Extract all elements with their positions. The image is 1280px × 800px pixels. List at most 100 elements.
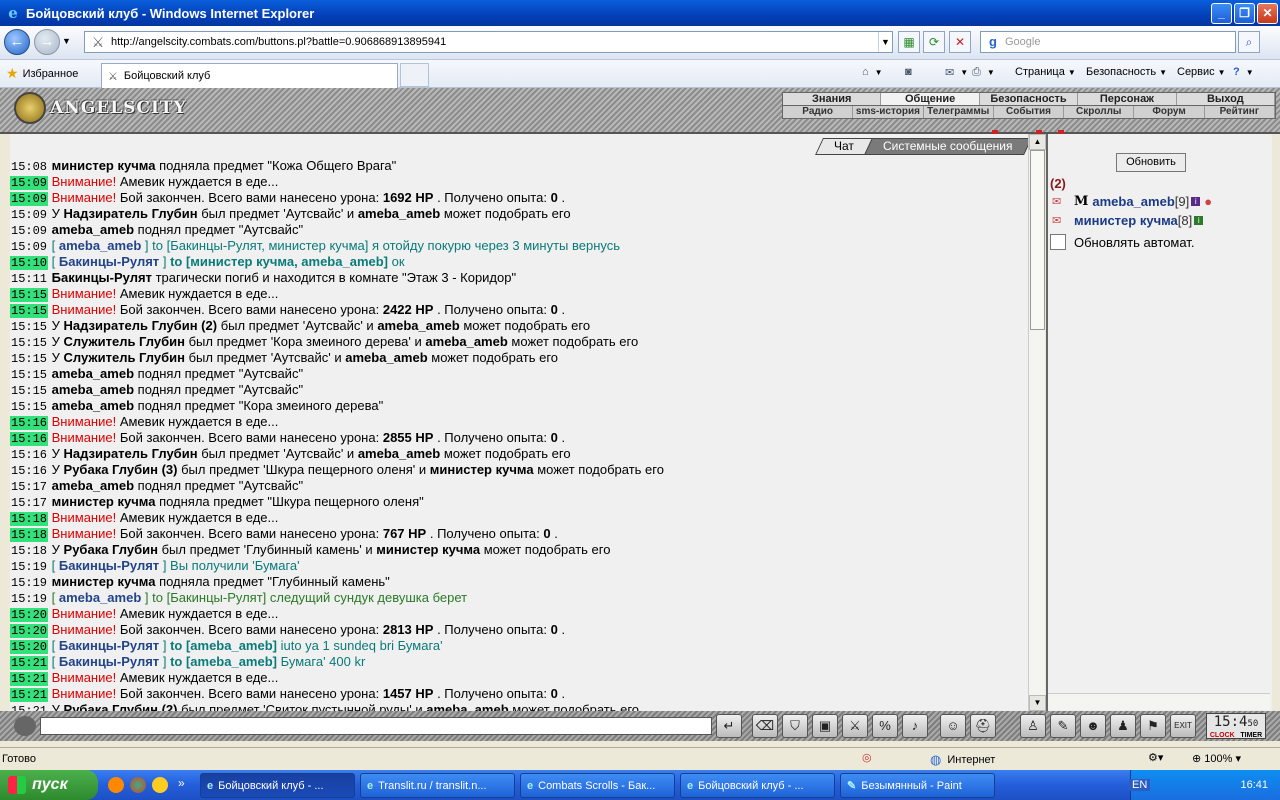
history-dropdown[interactable]: ▼ [62, 36, 71, 46]
taskbar-item[interactable]: e Бойцовский клуб - ... [680, 773, 835, 798]
scroll-down-arrow[interactable]: ▼ [1029, 695, 1046, 711]
exit-icon[interactable]: EXIT [1170, 714, 1196, 738]
menu-communication[interactable]: Общение [881, 93, 980, 105]
message-part: to [министер кучма, ameba_ameb] [170, 254, 388, 269]
close-button[interactable]: ✕ [1257, 2, 1278, 24]
refresh-icon[interactable]: ⟳ [923, 31, 945, 53]
back-button[interactable]: ← [4, 29, 30, 55]
more-quicklaunch[interactable]: » [178, 776, 185, 790]
person-icon[interactable]: ♙ [1020, 714, 1046, 738]
chrome-icon[interactable] [130, 777, 146, 793]
stop-icon[interactable]: ✕ [949, 31, 971, 53]
auto-refresh[interactable]: Обновлять автомат. [1050, 234, 1194, 250]
browser-tab[interactable]: ⚔ Бойцовский клуб [101, 63, 398, 88]
help-menu[interactable]: ? ▼ [1233, 66, 1254, 78]
menu-knowledge[interactable]: Знания [783, 93, 882, 105]
print-icon: ⎙ [972, 66, 981, 78]
nick-link[interactable]: ameba_ameb [59, 238, 141, 253]
firefox-icon[interactable] [108, 777, 124, 793]
translit-icon[interactable]: % [872, 714, 898, 738]
taskbar-item[interactable]: e Бойцовский клуб - ... [200, 773, 355, 798]
submenu-forum[interactable]: Форум [1134, 106, 1205, 118]
nick-link[interactable]: Бакинцы-Рулят [59, 654, 159, 669]
send-icon[interactable]: ↵ [716, 714, 742, 738]
chat-input[interactable] [40, 717, 712, 735]
user-entry[interactable]: ✉ M ameba_ameb [9] i ● [1052, 194, 1212, 209]
user-name[interactable]: министер кучма [1074, 213, 1178, 228]
nick-link[interactable]: Бакинцы-Рулят [59, 558, 159, 573]
search-box[interactable]: g Google [980, 31, 1236, 53]
chat-scrollbar[interactable]: ▲ ▼ [1028, 134, 1046, 711]
taskbar-item[interactable]: e Combats Scrolls - Бак... [520, 773, 675, 798]
submenu-scrolls[interactable]: Скроллы [1064, 106, 1135, 118]
submenu-events[interactable]: События [994, 106, 1065, 118]
scroll-thumb[interactable] [1030, 150, 1045, 330]
maximize-button[interactable]: ❐ [1234, 2, 1255, 24]
taskbar-item[interactable]: e Translit.ru / translit.n... [360, 773, 515, 798]
language-indicator[interactable]: EN [1129, 779, 1151, 791]
message-timestamp: 15:09 [11, 208, 48, 222]
address-bar[interactable]: ⚔ http://angelscity.combats.com/buttons.… [84, 31, 893, 53]
submenu-sms[interactable]: sms-история [853, 106, 924, 118]
privacy-icon[interactable]: ◎ [862, 751, 872, 764]
save-icon[interactable]: ▣ [812, 714, 838, 738]
zoom-control[interactable]: ⊕ 100% ▾ [1192, 752, 1241, 765]
user-entry[interactable]: ✉ министер кучма [8] i [1052, 213, 1204, 228]
submenu-radio[interactable]: Радио [783, 106, 854, 118]
info-icon[interactable]: i [1194, 216, 1204, 225]
menu-security[interactable]: Безопасность [980, 93, 1079, 105]
chat-message: 15:18 Внимание! Бой закончен. Всего вами… [10, 526, 1028, 542]
mail-agent-icon[interactable] [152, 777, 168, 793]
message-part: . [554, 526, 558, 541]
message-part: Бой закончен. Всего вами нанесено урона: [119, 190, 380, 205]
compat-icon[interactable]: ▦ [898, 31, 920, 53]
minimize-button[interactable]: _ [1211, 2, 1232, 24]
filter-icon[interactable]: ⛉ [782, 714, 808, 738]
protected-mode-icon[interactable]: ⚙▾ [1148, 751, 1163, 764]
auto-refresh-checkbox[interactable] [1050, 234, 1066, 250]
nick-link[interactable]: ameba_ameb [59, 590, 141, 605]
smile-icon[interactable]: ☺ [940, 714, 966, 738]
taskbar-item[interactable]: ✎ Безымянный - Paint [840, 773, 995, 798]
tools-menu[interactable]: Сервис ▼ [1177, 66, 1226, 78]
chat-icon[interactable] [14, 716, 36, 736]
eraser-icon[interactable]: ⌫ [752, 714, 778, 738]
menu-exit[interactable]: Выход [1177, 93, 1276, 105]
new-tab-button[interactable] [400, 63, 429, 87]
start-button[interactable]: пуск [0, 770, 98, 800]
favorites-button[interactable]: ★ Избранное [6, 65, 78, 82]
security-menu[interactable]: Безопасность ▼ [1086, 66, 1167, 78]
tab-system-messages[interactable]: Системные сообщения [864, 138, 1028, 155]
private-message-icon[interactable]: ✉ [1052, 195, 1074, 208]
url-text[interactable]: http://angelscity.combats.com/buttons.pl… [111, 36, 878, 48]
submenu-rating[interactable]: Рейтинг [1205, 106, 1275, 118]
forward-button[interactable]: → [34, 29, 60, 55]
submenu-telegrams[interactable]: Телеграммы [924, 106, 994, 118]
edit-icon[interactable]: ✎ [1050, 714, 1076, 738]
print-button[interactable]: ⎙ ▼ [972, 66, 995, 79]
message-timestamp: 15:15 [11, 336, 48, 350]
feeds-button[interactable]: ◙ [905, 66, 915, 78]
page-menu[interactable]: Страница ▼ [1015, 66, 1076, 78]
group-icon[interactable]: ♟ [1110, 714, 1136, 738]
mail-button[interactable]: ✉ ▼ [945, 66, 968, 79]
address-dropdown[interactable]: ▼ [878, 32, 892, 52]
auto-refresh-label: Обновлять автомат. [1074, 234, 1195, 250]
info-icon[interactable]: i [1191, 197, 1201, 206]
chat-message: 15:16 У Рубака Глубин (3) был предмет 'Ш… [10, 462, 1028, 478]
sound-icon[interactable]: ♪ [902, 714, 928, 738]
scroll-up-arrow[interactable]: ▲ [1029, 134, 1046, 150]
search-icon[interactable]: ⌕ [1238, 31, 1260, 53]
nick-link[interactable]: Бакинцы-Рулят [59, 638, 159, 653]
user-name[interactable]: ameba_ameb [1092, 194, 1174, 209]
nick-link[interactable]: Бакинцы-Рулят [59, 254, 159, 269]
helmet-icon[interactable]: ⛑ [970, 714, 996, 738]
private-message-icon[interactable]: ✉ [1052, 214, 1074, 227]
refresh-button[interactable]: Обновить [1116, 153, 1186, 172]
mask-icon[interactable]: ☻ [1080, 714, 1106, 738]
home-button[interactable]: ⌂ ▼ [862, 66, 883, 78]
users-hscrollbar[interactable] [1048, 693, 1270, 710]
menu-character[interactable]: Персонаж [1078, 93, 1177, 105]
fighter-icon[interactable]: ⚔ [842, 714, 868, 738]
flag-icon[interactable]: ⚑ [1140, 714, 1166, 738]
